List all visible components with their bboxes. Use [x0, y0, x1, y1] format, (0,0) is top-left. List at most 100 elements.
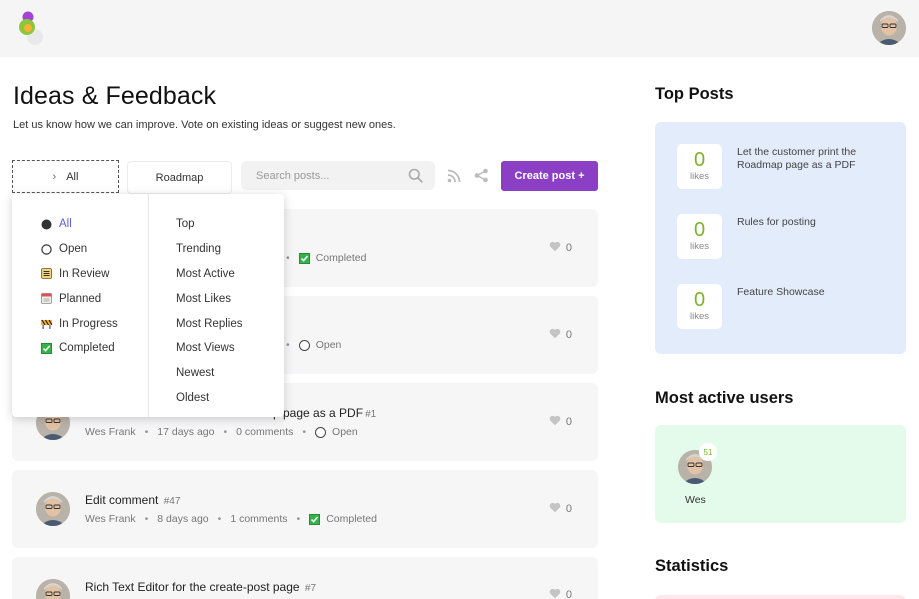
top-post-like-unit: likes: [689, 241, 709, 252]
sort-option-most-likes[interactable]: Most Likes: [176, 286, 242, 311]
review-icon: [41, 268, 52, 280]
share-icon[interactable]: [474, 168, 489, 183]
sort-option-newest[interactable]: Newest: [176, 361, 242, 386]
like-count: 0: [565, 503, 572, 515]
top-post-title[interactable]: Rules for posting: [737, 216, 887, 229]
statistics-panel: [655, 595, 906, 599]
status-option-in-progress[interactable]: In Progress: [41, 311, 118, 336]
post-number: #47: [163, 496, 181, 507]
post-author[interactable]: Wes Frank: [85, 426, 136, 438]
top-bar: [0, 0, 919, 57]
dropdown-divider: [148, 194, 149, 417]
active-users-heading: Most active users: [655, 389, 794, 407]
filled-circle-icon: [41, 219, 52, 230]
post-status: Completed: [298, 252, 367, 264]
sort-option-top[interactable]: Top: [176, 212, 242, 237]
post-status-label: Completed: [326, 513, 377, 525]
brand-logo-icon[interactable]: [17, 10, 45, 46]
post-card[interactable]: Rich Text Editor for the create-post pag…: [12, 557, 598, 599]
post-status-label: Open: [315, 339, 342, 351]
post-comments: 0 comments: [236, 426, 294, 438]
like-button[interactable]: 0: [549, 502, 572, 516]
like-count: 0: [565, 416, 572, 428]
top-posts-heading: Top Posts: [655, 85, 734, 103]
post-meta: Wes Frank • 8 days ago • 1 comments • Co…: [85, 513, 377, 525]
status-option-in-review[interactable]: In Review: [41, 262, 118, 287]
check-box-icon: [309, 513, 321, 525]
like-count: 0: [565, 589, 572, 599]
user-avatar-icon[interactable]: [872, 11, 906, 45]
top-post-like-unit: likes: [689, 171, 709, 182]
top-post-like-count: 0: [693, 149, 706, 171]
post-title[interactable]: Rich Text Editor for the create-post pag…: [85, 580, 316, 594]
search-icon[interactable]: [408, 168, 423, 183]
chevron-right-icon: ›: [52, 170, 57, 183]
like-button[interactable]: 0: [549, 328, 572, 342]
heart-icon: [549, 241, 561, 255]
open-circle-icon: [315, 426, 327, 438]
post-status-label: Completed: [315, 252, 367, 264]
status-filter-list: All Open In Review Planned In Progress C…: [41, 212, 118, 361]
post-number: #7: [304, 583, 317, 594]
sort-option-list: Top Trending Most Active Most Likes Most…: [176, 212, 242, 410]
top-post-like-count: 0: [693, 289, 706, 311]
open-circle-icon: [41, 243, 52, 255]
post-status: Completed: [309, 513, 377, 525]
heart-icon: [549, 502, 561, 516]
sort-option-trending[interactable]: Trending: [176, 237, 242, 262]
sort-option-most-active[interactable]: Most Active: [176, 262, 242, 287]
post-age: 8 days ago: [157, 513, 209, 525]
top-post-like-unit: likes: [689, 311, 709, 322]
post-age: 17 days ago: [157, 426, 215, 438]
top-post-like-count: 0: [693, 219, 706, 241]
top-post-likes-box: 0 likes: [677, 144, 722, 189]
check-box-icon: [41, 342, 52, 354]
statistics-heading: Statistics: [655, 557, 729, 575]
top-posts-panel: 0 likes Let the customer print the Roadm…: [655, 122, 906, 354]
like-count: 0: [565, 329, 572, 341]
top-post-title[interactable]: Let the customer print the Roadmap page …: [737, 146, 887, 172]
roadmap-button[interactable]: Roadmap: [127, 161, 232, 194]
heart-icon: [549, 328, 561, 342]
status-filter-button[interactable]: › All: [12, 160, 119, 193]
post-status-label: Open: [332, 426, 358, 438]
author-avatar: [36, 579, 70, 599]
post-status: Open: [315, 426, 358, 438]
post-title[interactable]: p page as a PDF #1: [273, 406, 376, 420]
construction-icon: [41, 318, 52, 330]
post-title[interactable]: Edit comment #47: [85, 493, 180, 507]
status-option-completed[interactable]: Completed: [41, 336, 118, 361]
active-user-score-badge: 51: [699, 443, 717, 461]
rss-icon[interactable]: [447, 169, 461, 183]
top-post-likes-box: 0 likes: [677, 214, 722, 259]
post-card[interactable]: Edit comment #47 Wes Frank • 8 days ago …: [12, 470, 598, 548]
post-number: #1: [365, 409, 377, 420]
sort-option-most-replies[interactable]: Most Replies: [176, 311, 242, 336]
like-button[interactable]: 0: [549, 415, 572, 429]
sort-option-most-views[interactable]: Most Views: [176, 336, 242, 361]
page-title: Ideas & Feedback: [13, 82, 217, 110]
author-avatar: [36, 492, 70, 526]
like-button[interactable]: 0: [549, 588, 572, 599]
active-users-panel: 51 Wes: [655, 425, 906, 523]
active-user-name[interactable]: Wes: [685, 494, 706, 506]
status-option-open[interactable]: Open: [41, 237, 118, 262]
status-option-all[interactable]: All: [41, 212, 118, 237]
heart-icon: [549, 415, 561, 429]
status-option-planned[interactable]: Planned: [41, 286, 118, 311]
post-meta: Wes Frank • 17 days ago • 0 comments • O…: [85, 426, 358, 438]
create-post-button[interactable]: Create post +: [501, 161, 598, 191]
like-button[interactable]: 0: [549, 241, 572, 255]
post-comments: 1 comments: [230, 513, 288, 525]
check-box-icon: [298, 252, 310, 264]
top-post-title[interactable]: Feature Showcase: [737, 286, 887, 299]
filter-dropdown: All Open In Review Planned In Progress C…: [12, 194, 284, 417]
roadmap-label: Roadmap: [155, 171, 204, 184]
page-subtitle: Let us know how we can improve. Vote on …: [13, 119, 396, 131]
top-post-likes-box: 0 likes: [677, 284, 722, 329]
sort-option-oldest[interactable]: Oldest: [176, 386, 242, 411]
post-author[interactable]: Wes Frank: [85, 513, 136, 525]
like-count: 0: [565, 242, 572, 254]
status-filter-label: All: [66, 170, 79, 183]
search-input[interactable]: [241, 161, 401, 190]
